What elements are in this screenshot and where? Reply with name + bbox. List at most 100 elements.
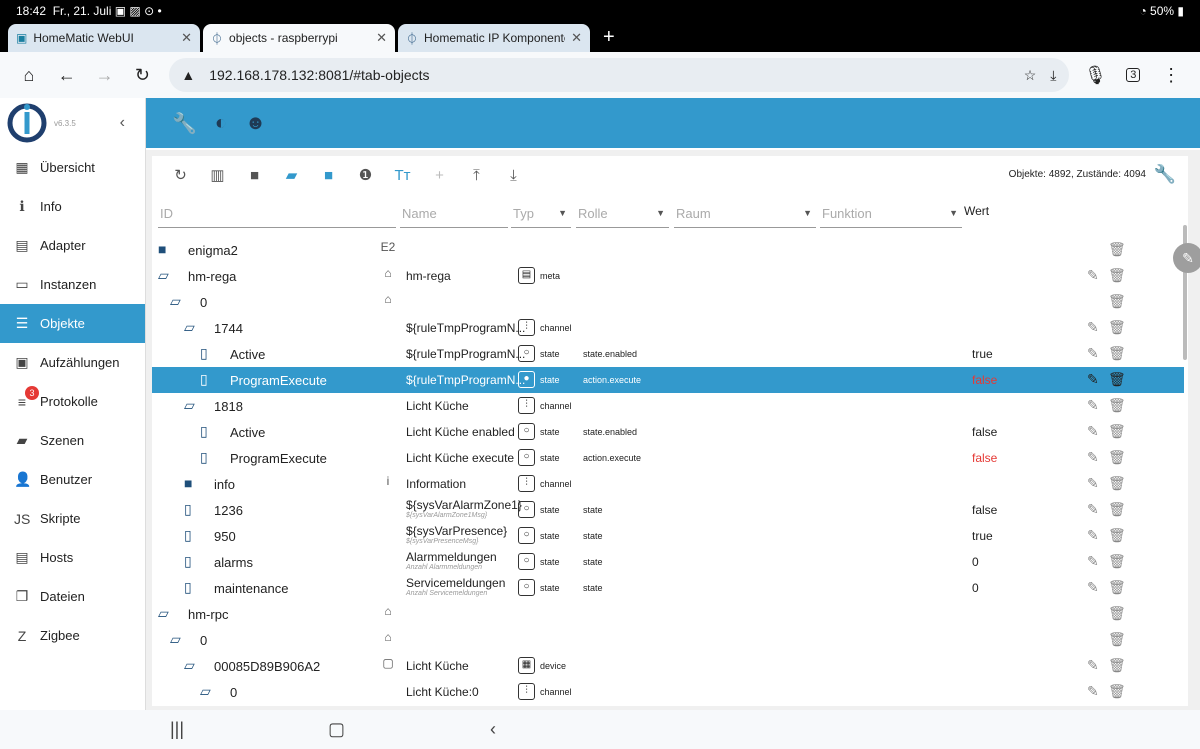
delete-icon[interactable]: 🗑	[1108, 449, 1126, 466]
delete-icon[interactable]: 🗑	[1108, 371, 1126, 388]
table-row[interactable]: ▱ hm-rpc ⌂ 🗑	[152, 601, 1184, 627]
file-icon[interactable]: ▯	[184, 579, 192, 596]
folder-icon[interactable]: ▱	[184, 657, 195, 674]
delete-icon[interactable]: 🗑	[1108, 579, 1126, 596]
type-select[interactable]: Typ ▼	[511, 206, 571, 228]
table-row[interactable]: ■ info i Information ⫶ channel ✎ 🗑	[152, 471, 1184, 497]
back-icon[interactable]: ←	[48, 65, 86, 86]
edit-icon[interactable]: ✎	[1087, 267, 1099, 284]
folder-icon[interactable]: ▱	[184, 319, 195, 336]
object-value[interactable]: true	[972, 347, 993, 361]
add-icon[interactable]: +	[421, 167, 458, 184]
edit-icon[interactable]: ✎	[1087, 579, 1099, 596]
file-icon[interactable]: ▯	[200, 345, 208, 362]
name-filter[interactable]: Name	[400, 206, 508, 228]
sidebar-item-protokolle[interactable]: ≡ Protokolle 3	[0, 382, 145, 421]
folder-icon[interactable]: ▱	[200, 683, 211, 700]
delete-icon[interactable]: 🗑	[1108, 605, 1126, 622]
new-tab-button[interactable]: +	[593, 26, 625, 52]
delete-icon[interactable]: 🗑	[1108, 475, 1126, 492]
sidebar-item-übersicht[interactable]: ▦ Übersicht	[0, 148, 145, 187]
close-tab-icon[interactable]: ✕	[571, 30, 582, 46]
delete-icon[interactable]: 🗑	[1108, 241, 1126, 258]
edit-icon[interactable]: ✎	[1087, 371, 1099, 388]
object-value[interactable]: true	[972, 529, 993, 543]
edit-icon[interactable]: ✎	[1087, 553, 1099, 570]
object-value[interactable]: false	[972, 373, 997, 387]
file-icon[interactable]: ▯	[200, 371, 208, 388]
table-row[interactable]: ▯ 1236 ${sysVarAlarmZone1} ${sysVarAlarmZon…	[152, 497, 1184, 523]
edit-icon[interactable]: ✎	[1087, 501, 1099, 518]
edit-icon[interactable]: ✎	[1087, 657, 1099, 674]
edit-fab[interactable]: ✎	[1173, 243, 1200, 273]
sidebar-item-hosts[interactable]: ▤ Hosts	[0, 538, 145, 577]
delete-icon[interactable]: 🗑	[1108, 293, 1126, 310]
url-text[interactable]: 192.168.178.132:8081/#tab-objects	[209, 67, 1010, 83]
sidebar-item-instanzen[interactable]: ▭ Instanzen	[0, 265, 145, 304]
edit-icon[interactable]: ✎	[1087, 683, 1099, 700]
id-filter[interactable]: ID	[158, 206, 396, 228]
wrench-icon[interactable]: 🔧	[172, 111, 197, 136]
delete-icon[interactable]: 🗑	[1108, 267, 1126, 284]
download-icon[interactable]: ⤓	[1050, 67, 1056, 84]
object-value[interactable]: 0	[972, 581, 979, 595]
delete-icon[interactable]: 🗑	[1108, 501, 1126, 518]
edit-icon[interactable]: ✎	[1087, 475, 1099, 492]
mic-icon[interactable]: 🎙	[1077, 65, 1115, 86]
forward-icon[interactable]: →	[86, 65, 124, 86]
folder-icon[interactable]: ■	[184, 475, 192, 491]
delete-icon[interactable]: 🗑	[1108, 319, 1126, 336]
recent-apps-icon[interactable]: |||	[170, 719, 184, 740]
table-row[interactable]: ▯ 950 ${sysVarPresence} ${sysVarPresenceMsg…	[152, 523, 1184, 549]
close-tab-icon[interactable]: ✕	[181, 30, 192, 46]
delete-icon[interactable]: 🗑	[1108, 657, 1126, 674]
file-icon[interactable]: ▯	[184, 527, 192, 544]
sidebar-item-szenen[interactable]: ▰ Szenen	[0, 421, 145, 460]
delete-icon[interactable]: 🗑	[1108, 631, 1126, 648]
table-row[interactable]: ▱ 0 ⌂ 🗑	[152, 627, 1184, 653]
room-select[interactable]: Raum ▼	[674, 206, 816, 228]
table-row[interactable]: ▱ 1818 Licht Küche ⫶ channel ✎ 🗑	[152, 393, 1184, 419]
table-row[interactable]: ▯ Active ${ruleTmpProgramN... ○ state state.e…	[152, 341, 1184, 367]
function-select[interactable]: Funktion ▼	[820, 206, 962, 228]
reload-icon[interactable]: ↻	[124, 65, 162, 86]
sidebar-item-adapter[interactable]: ▤ Adapter	[0, 226, 145, 265]
address-bar[interactable]: ▲ 192.168.178.132:8081/#tab-objects ☆ ⤓	[169, 58, 1069, 92]
table-row[interactable]: ▱ 00085D89B906A2 ▢ Licht Küche ▦ device ✎ 🗑	[152, 653, 1184, 679]
tab-objects[interactable]: ⏀ objects - raspberrypi ✕	[203, 24, 395, 52]
folder-icon[interactable]: ▱	[158, 605, 169, 622]
home-button-icon[interactable]: ▢	[328, 719, 345, 740]
table-row[interactable]: ▱ 1744 ${ruleTmpProgramN... ⫶ channel ✎ 🗑	[152, 315, 1184, 341]
sidebar-item-info[interactable]: ℹ Info	[0, 187, 145, 226]
edit-icon[interactable]: ✎	[1087, 449, 1099, 466]
role-select[interactable]: Rolle ▼	[576, 206, 669, 228]
file-icon[interactable]: ▯	[184, 501, 192, 518]
theme-icon[interactable]: ◐	[215, 112, 227, 135]
text-size-icon[interactable]: Tт	[384, 167, 421, 184]
tab-switcher-button[interactable]: 3	[1114, 68, 1152, 82]
sidebar-item-objekte[interactable]: ☰ Objekte	[0, 304, 145, 343]
sidebar-item-zigbee[interactable]: Z Zigbee	[0, 616, 145, 655]
file-icon[interactable]: ▯	[184, 553, 192, 570]
edit-icon[interactable]: ✎	[1087, 423, 1099, 440]
folder-icon[interactable]: ■	[236, 167, 273, 184]
expert-mode-icon[interactable]: ☻	[245, 112, 266, 135]
expand-level-icon[interactable]: ❶	[347, 166, 384, 184]
home-icon[interactable]: ⌂	[10, 65, 48, 86]
object-value[interactable]: 0	[972, 555, 979, 569]
sidebar-item-aufzählungen[interactable]: ▣ Aufzählungen	[0, 343, 145, 382]
sidebar-item-benutzer[interactable]: 👤 Benutzer	[0, 460, 145, 499]
sidebar-item-dateien[interactable]: ❐ Dateien	[0, 577, 145, 616]
delete-icon[interactable]: 🗑	[1108, 345, 1126, 362]
table-row[interactable]: ▯ alarms Alarmmeldungen Anzahl Alarmmeldung…	[152, 549, 1184, 575]
table-row[interactable]: ▱ 0 Licht Küche:0 ⫶ channel ✎ 🗑	[152, 679, 1184, 705]
object-value[interactable]: false	[972, 425, 997, 439]
columns-icon[interactable]: ▥	[199, 166, 236, 184]
table-row[interactable]: ■ enigma2 E2 🗑	[152, 237, 1184, 263]
bookmark-star-icon[interactable]: ☆	[1024, 67, 1037, 84]
folder-icon[interactable]: ▱	[170, 631, 181, 648]
folder-icon[interactable]: ▱	[184, 397, 195, 414]
file-icon[interactable]: ▯	[200, 449, 208, 466]
delete-icon[interactable]: 🗑	[1108, 397, 1126, 414]
folder-icon[interactable]: ■	[158, 241, 166, 257]
